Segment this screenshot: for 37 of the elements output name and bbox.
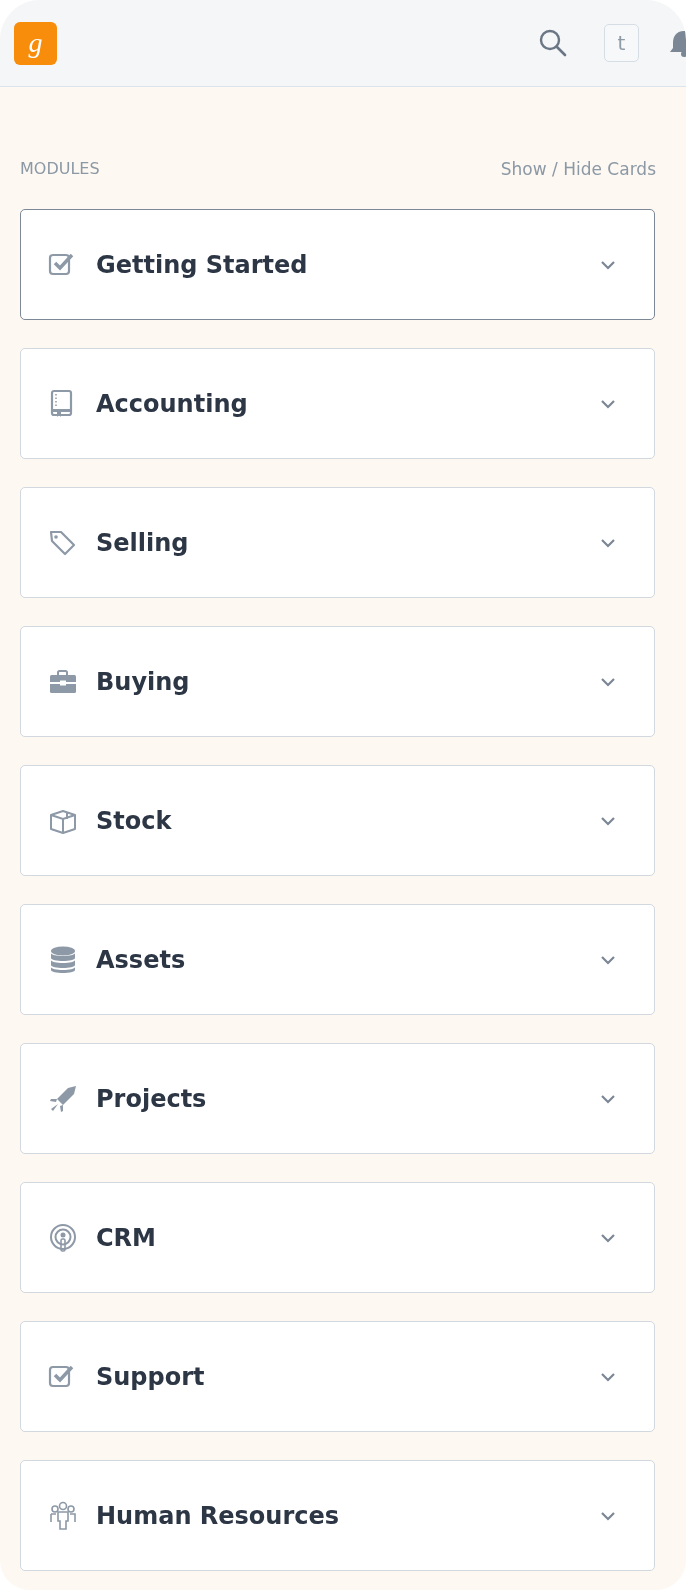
- podcast-icon: [48, 1222, 78, 1253]
- database-icon: [48, 944, 78, 975]
- module-card[interactable]: Stock: [20, 765, 655, 876]
- module-title: Accounting: [96, 388, 248, 420]
- chevron-down-icon[interactable]: [600, 1232, 616, 1243]
- search-icon[interactable]: [538, 28, 568, 58]
- chevron-down-icon[interactable]: [600, 1371, 616, 1382]
- module-card[interactable]: Buying: [20, 626, 655, 737]
- chevron-down-icon[interactable]: [600, 815, 616, 826]
- chevron-down-icon[interactable]: [600, 398, 616, 409]
- bell-icon[interactable]: [670, 28, 686, 58]
- module-card[interactable]: Getting Started: [20, 209, 655, 320]
- module-card[interactable]: Projects: [20, 1043, 655, 1154]
- module-card[interactable]: CRM: [20, 1182, 655, 1293]
- chevron-down-icon[interactable]: [600, 537, 616, 548]
- module-title: Buying: [96, 666, 190, 698]
- module-title: CRM: [96, 1222, 156, 1254]
- rocket-icon: [48, 1083, 78, 1114]
- module-title: Projects: [96, 1083, 207, 1115]
- section-title: MODULES: [20, 158, 100, 180]
- module-card[interactable]: Accounting: [20, 348, 655, 459]
- module-title: Assets: [96, 944, 186, 976]
- module-card[interactable]: Support: [20, 1321, 655, 1432]
- module-title: Selling: [96, 527, 189, 559]
- module-card[interactable]: Assets: [20, 904, 655, 1015]
- module-title: Getting Started: [96, 249, 308, 281]
- people-icon: [48, 1500, 78, 1531]
- module-title: Stock: [96, 805, 172, 837]
- chevron-down-icon[interactable]: [600, 1510, 616, 1521]
- module-card[interactable]: Human Resources: [20, 1460, 655, 1571]
- module-title: Human Resources: [96, 1500, 340, 1532]
- chevron-down-icon[interactable]: [600, 954, 616, 965]
- module-card[interactable]: Selling: [20, 487, 655, 598]
- chevron-down-icon[interactable]: [600, 1093, 616, 1104]
- chevron-down-icon[interactable]: [600, 259, 616, 270]
- chevron-down-icon[interactable]: [600, 676, 616, 687]
- module-title: Support: [96, 1361, 205, 1393]
